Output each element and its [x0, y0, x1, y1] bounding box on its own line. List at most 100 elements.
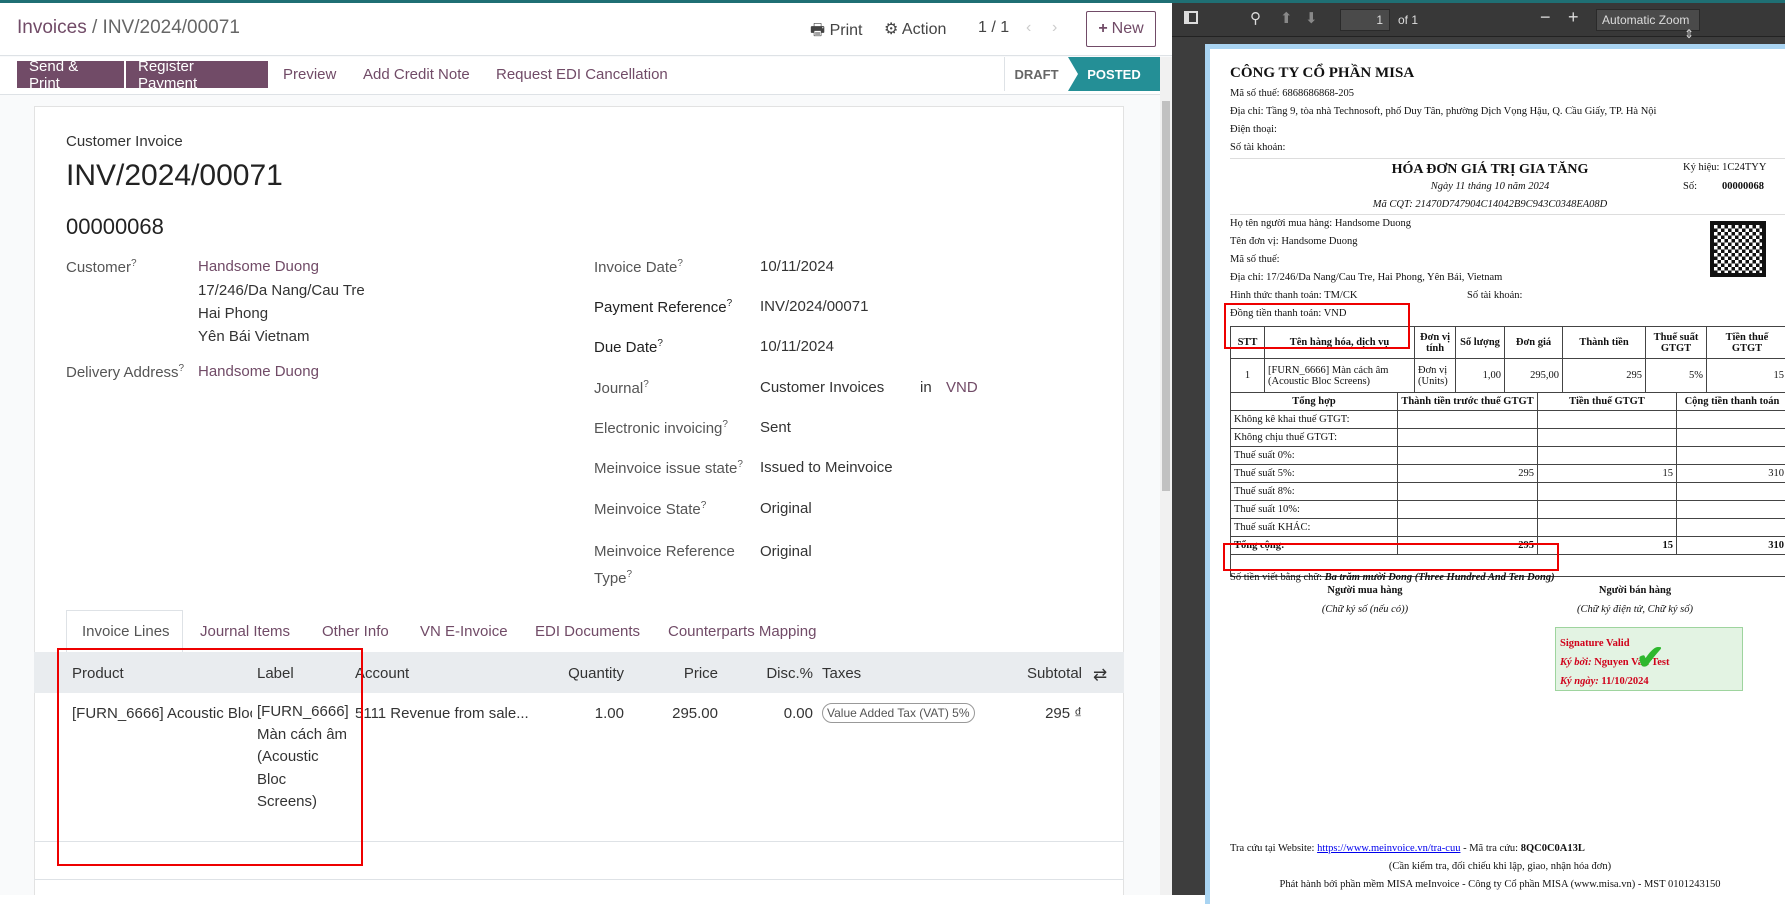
search-icon[interactable]: ⚲ — [1250, 9, 1261, 27]
pdf-company-address: Địa chỉ: Tầng 9, tòa nhà Technosoft, phố… — [1230, 106, 1656, 117]
breadcrumb-invoices[interactable]: Invoices — [17, 17, 87, 38]
action-button[interactable]: ⚙ Action — [884, 19, 946, 39]
previous-page-icon[interactable]: ⬆ — [1280, 9, 1293, 27]
table-cell: 1 — [1231, 359, 1265, 393]
pdf-buyer-tax: Mã số thuế: — [1230, 254, 1280, 265]
text: Meinvoice issue state — [594, 460, 737, 477]
lookup-link[interactable]: https://www.meinvoice.vn/tra-cuu — [1317, 843, 1460, 854]
currency-link[interactable]: VND — [946, 379, 978, 396]
pdf-no: 00000068 — [1722, 181, 1764, 192]
col-taxes[interactable]: Taxes — [822, 665, 861, 682]
request-edi-cancellation-button[interactable]: Request EDI Cancellation — [496, 66, 668, 83]
text: - Mã tra cứu: — [1463, 843, 1518, 854]
next-record-icon[interactable]: › — [1052, 19, 1057, 37]
signature-valid-box: Signature Valid Ký bởi: Nguyen Van Test … — [1555, 627, 1743, 691]
table-cell: Cộng tiền thanh toán — [1677, 393, 1785, 411]
table-cell — [1677, 429, 1785, 447]
table-cell: Thuế suất 5%: — [1231, 465, 1398, 483]
control-panel: Invoices / INV/2024/00071 🖶 Print ⚙ Acti… — [0, 3, 1172, 56]
breadcrumb-separator: / — [92, 17, 97, 38]
highlight-annotation — [1224, 303, 1410, 349]
table-cell: Số lượng — [1456, 327, 1505, 359]
col-account[interactable]: Account — [355, 665, 409, 682]
table-cell: 1,00 — [1456, 359, 1505, 393]
col-quantity[interactable]: Quantity — [540, 665, 624, 682]
text: 11/10/2024 — [1601, 676, 1648, 687]
form-scrollbar-thumb[interactable] — [1162, 101, 1170, 491]
tab-counterparts-mapping[interactable]: Counterparts Mapping — [668, 623, 816, 640]
next-page-icon[interactable]: ⬇ — [1305, 9, 1318, 27]
sidebar-toggle-icon[interactable] — [1184, 11, 1198, 24]
qr-code — [1710, 221, 1766, 277]
column-settings-icon[interactable]: ⇄ — [1093, 665, 1107, 685]
tax-badge[interactable]: Value Added Tax (VAT) 5% — [822, 703, 975, 723]
zoom-in-icon[interactable]: + — [1568, 7, 1579, 28]
einvoicing-value: Sent — [760, 419, 791, 436]
page-number-input[interactable]: 1 — [1340, 9, 1390, 31]
pdf-company-account: Số tài khoản: — [1230, 142, 1285, 153]
text: ? — [737, 459, 743, 470]
col-discount[interactable]: Disc.% — [730, 665, 813, 682]
line-price[interactable]: 295.00 — [640, 705, 718, 722]
action-label: Action — [902, 21, 946, 38]
table-cell — [1677, 519, 1785, 537]
delivery-address-link[interactable]: Handsome Duong — [198, 363, 319, 380]
add-credit-note-button[interactable]: Add Credit Note — [363, 66, 470, 83]
journal-field[interactable]: Customer Invoices — [760, 379, 884, 396]
pdf-company-tax: Mã số thuế: 6868686868-205 — [1230, 88, 1354, 99]
tab-vn-e-invoice[interactable]: VN E-Invoice — [420, 623, 508, 640]
col-price[interactable]: Price — [640, 665, 718, 682]
tab-journal-items[interactable]: Journal Items — [200, 623, 290, 640]
register-payment-button[interactable]: Register Payment — [126, 61, 268, 88]
print-button[interactable]: 🖶 Print — [810, 19, 862, 46]
table-cell — [1677, 411, 1785, 429]
zoom-select[interactable]: Automatic Zoom ⇕ — [1596, 9, 1700, 31]
line-discount[interactable]: 0.00 — [730, 705, 813, 722]
customer-address-line1: 17/246/Da Nang/Cau Tre — [198, 282, 365, 299]
table-cell: Thành tiền — [1563, 327, 1646, 359]
zoom-out-icon[interactable]: − — [1540, 7, 1551, 28]
pdf-seller-sign: Người bán hàng — [1550, 585, 1720, 596]
tab-other-info[interactable]: Other Info — [322, 623, 389, 640]
table-cell — [1538, 501, 1677, 519]
status-draft[interactable]: DRAFT — [1004, 57, 1068, 91]
table-cell: Đơn vị tính — [1415, 327, 1456, 359]
preview-button[interactable]: Preview — [283, 66, 336, 83]
table-cell — [1398, 447, 1538, 465]
send-print-button[interactable]: Send & Print — [17, 61, 124, 88]
text: Due Date — [594, 339, 657, 356]
text: Ký ngày: — [1560, 676, 1599, 687]
due-date-field[interactable]: 10/11/2024 — [760, 338, 834, 355]
customer-address-line3: Yên Bái Vietnam — [198, 328, 309, 345]
customer-link[interactable]: Handsome Duong — [198, 258, 319, 275]
table-cell: Thuế suất GTGT — [1646, 327, 1707, 359]
pdf-cqt-code: Mã CQT: 21470D747904C14042B9C943C0348EA0… — [1210, 199, 1770, 210]
print-label: Print — [830, 22, 863, 39]
prev-record-icon[interactable]: ‹ — [1026, 19, 1031, 37]
meinvoice-reference-type-label: Meinvoice Reference Type? — [594, 540, 744, 590]
table-cell: 15 — [1538, 465, 1677, 483]
table-cell: [FURN_6666] Màn cách âm (Acoustic Bloc S… — [1265, 359, 1415, 393]
meinvoice-issue-state-label: Meinvoice issue state? — [594, 459, 743, 477]
zoom-select-value: Automatic Zoom — [1602, 13, 1689, 27]
text: Ký bởi: — [1560, 657, 1592, 668]
new-button[interactable]: +New — [1086, 11, 1156, 47]
pdf-summary-row: Thuế suất 5%:29515310 — [1231, 465, 1785, 483]
line-account[interactable]: 5111 Revenue from sale... — [355, 705, 529, 722]
pdf-divider — [1230, 158, 1785, 159]
text: ? — [722, 419, 728, 430]
col-subtotal[interactable]: Subtotal — [990, 665, 1082, 682]
pdf-page: CÔNG TY CỔ PHẦN MISA Mã số thuế: 6868686… — [1205, 44, 1785, 904]
select-arrows-icon: ⇕ — [1684, 27, 1694, 41]
pdf-issuer: Phát hành bởi phần mềm MISA meInvoice - … — [1210, 879, 1785, 890]
tab-edi-documents[interactable]: EDI Documents — [535, 623, 640, 640]
invoice-date-field[interactable]: 10/11/2024 — [760, 258, 834, 275]
gear-icon: ⚙ — [884, 21, 898, 38]
text: Ba trăm mười Dong (Three Hundred And Ten… — [1325, 572, 1555, 583]
text: Delivery Address — [66, 364, 179, 381]
line-quantity[interactable]: 1.00 — [540, 705, 624, 722]
tab-invoice-lines[interactable]: Invoice Lines — [82, 623, 170, 640]
pdf-summary-row: Thuế suất 10%: — [1231, 501, 1785, 519]
status-posted[interactable]: POSTED — [1068, 57, 1160, 91]
payment-reference-field[interactable]: INV/2024/00071 — [760, 298, 868, 315]
